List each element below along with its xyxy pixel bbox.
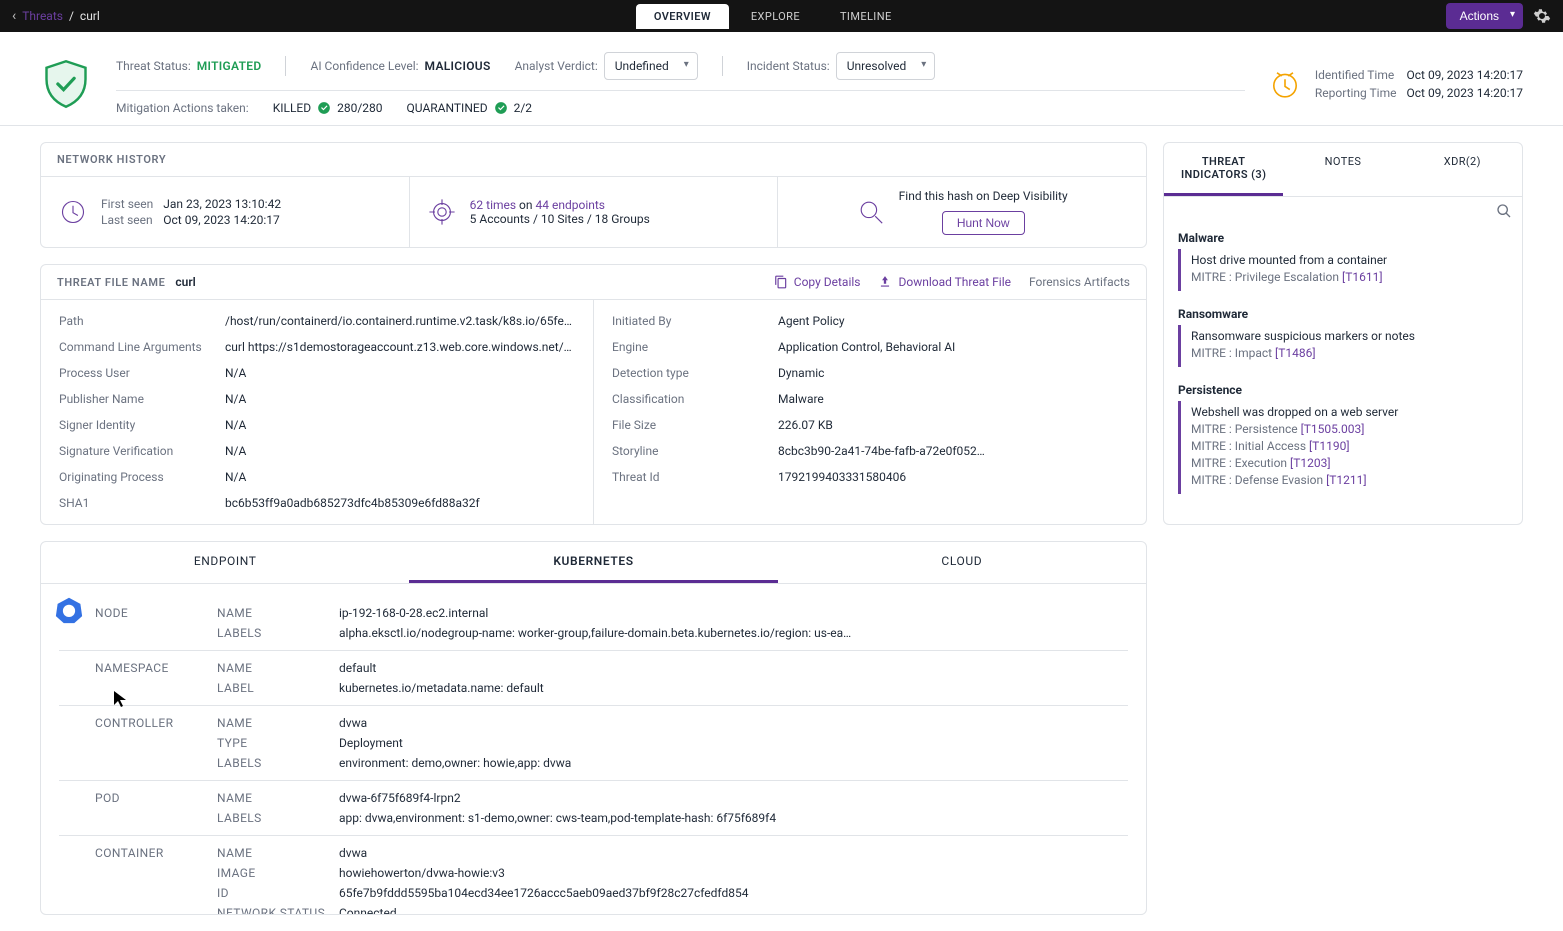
tf-right-grid: Initiated ByAgent Policy EngineApplicati… — [612, 314, 1128, 484]
indicator-malware: Malware Host drive mounted from a contai… — [1178, 231, 1508, 291]
tab-overview[interactable]: OVERVIEW — [636, 4, 729, 29]
check-icon — [317, 101, 331, 115]
tab-threat-indicators[interactable]: THREAT INDICATORS (3) — [1164, 143, 1283, 196]
time-grid: Identified Time Oct 09, 2023 14:20:17 Re… — [1315, 68, 1523, 100]
download-threat-file-button[interactable]: Download Threat File — [878, 275, 1011, 289]
cursor-icon — [113, 690, 127, 708]
breadcrumb: ‹ Threats / curl — [12, 8, 100, 24]
hunt-now-button[interactable]: Hunt Now — [942, 211, 1025, 235]
nh-seen-text: 62 times on 44 endpoints — [470, 198, 650, 212]
network-history-card: NETWORK HISTORY First seen Jan 23, 2023 … — [40, 142, 1147, 248]
copy-details-button[interactable]: Copy Details — [774, 275, 861, 289]
tab-endpoint[interactable]: ENDPOINT — [41, 542, 409, 583]
breadcrumb-current: curl — [80, 9, 100, 23]
indicators-card: THREAT INDICATORS (3) NOTES XDR(2) Malwa… — [1163, 142, 1523, 525]
threat-status: Threat Status: MITIGATED — [116, 59, 261, 73]
summary-left: Threat Status: MITIGATED AI Confidence L… — [116, 52, 1245, 115]
k8s-controller: CONTROLLER NAME dvwa TYPE Deployment LAB… — [59, 706, 1128, 781]
analyst-verdict: Analyst Verdict: Undefined — [515, 52, 698, 80]
mitre-link[interactable]: [T1505.003] — [1301, 422, 1365, 436]
times-link[interactable]: 62 times — [470, 198, 516, 212]
k8s-node: NODE NAME ip-192-168-0-28.ec2.internal L… — [59, 596, 1128, 651]
nh-scope: 62 times on 44 endpoints 5 Accounts / 10… — [410, 177, 779, 247]
kubernetes-panel[interactable]: NODE NAME ip-192-168-0-28.ec2.internal L… — [41, 584, 1146, 914]
tab-timeline[interactable]: TIMELINE — [822, 4, 910, 29]
nh-scope-text: 5 Accounts / 10 Sites / 18 Groups — [470, 212, 650, 226]
analyst-verdict-select[interactable]: Undefined — [604, 52, 698, 80]
tab-notes[interactable]: NOTES — [1283, 143, 1402, 196]
tab-kubernetes[interactable]: KUBERNETES — [409, 542, 777, 583]
mitre-link[interactable]: [T1211] — [1326, 473, 1367, 487]
k8s-namespace: NAMESPACE NAME default LABEL kubernetes.… — [59, 651, 1128, 706]
tf-name: curl — [175, 275, 195, 289]
k8s-container: CONTAINER NAME dvwa IMAGE howiehowerton/… — [59, 836, 1128, 914]
context-card: ENDPOINT KUBERNETES CLOUD NODE NAME ip-1… — [40, 541, 1147, 915]
summary-row2: Mitigation Actions taken: KILLED 280/280… — [116, 90, 1245, 115]
top-tabs: OVERVIEW EXPLORE TIMELINE — [636, 4, 910, 29]
summary-row1: Threat Status: MITIGATED AI Confidence L… — [116, 52, 1245, 80]
mitigation-killed: KILLED 280/280 — [273, 101, 383, 115]
gear-icon[interactable] — [1533, 7, 1551, 25]
summary-right: Identified Time Oct 09, 2023 14:20:17 Re… — [1269, 68, 1523, 100]
left-column: NETWORK HISTORY First seen Jan 23, 2023 … — [40, 142, 1147, 915]
k8s-pod: POD NAME dvwa-6f75f689f4-lrpn2 LABELS ap… — [59, 781, 1128, 836]
context-tabs: ENDPOINT KUBERNETES CLOUD — [41, 542, 1146, 584]
topbar-right: Actions — [1446, 3, 1551, 29]
mitigation-quarantined: QUARANTINED 2/2 — [407, 101, 532, 115]
clock-icon — [1269, 68, 1301, 100]
indicator-ransomware: Ransomware Ransomware suspicious markers… — [1178, 307, 1508, 367]
mitigation-label: Mitigation Actions taken: — [116, 101, 249, 115]
breadcrumb-root[interactable]: Threats — [22, 9, 63, 23]
mitre-link[interactable]: [T1611] — [1342, 270, 1383, 284]
nh-hunt: Find this hash on Deep Visibility Hunt N… — [778, 177, 1146, 247]
tf-title: THREAT FILE NAME — [57, 276, 165, 289]
threat-file-header: THREAT FILE NAME curl Copy Details Downl… — [41, 265, 1146, 300]
topbar: ‹ Threats / curl OVERVIEW EXPLORE TIMELI… — [0, 0, 1563, 32]
main: NETWORK HISTORY First seen Jan 23, 2023 … — [0, 126, 1563, 931]
nh-seen: First seen Jan 23, 2023 13:10:42 Last se… — [41, 177, 410, 247]
clock-icon — [59, 198, 87, 226]
check-icon — [494, 101, 508, 115]
threat-file-card: THREAT FILE NAME curl Copy Details Downl… — [40, 264, 1147, 525]
summary-bar: Threat Status: MITIGATED AI Confidence L… — [0, 32, 1563, 126]
tf-left-grid: Path/host/run/containerd/io.containerd.r… — [59, 314, 575, 510]
tab-xdr[interactable]: XDR(2) — [1403, 143, 1522, 196]
network-history-body: First seen Jan 23, 2023 13:10:42 Last se… — [41, 176, 1146, 247]
forensics-artifacts-link[interactable]: Forensics Artifacts — [1029, 275, 1130, 289]
actions-button[interactable]: Actions — [1446, 3, 1523, 29]
right-column: THREAT INDICATORS (3) NOTES XDR(2) Malwa… — [1163, 142, 1523, 915]
indicators-search-row — [1164, 197, 1522, 225]
right-tabs: THREAT INDICATORS (3) NOTES XDR(2) — [1164, 143, 1522, 197]
copy-icon — [774, 275, 788, 289]
kubernetes-icon — [55, 596, 83, 624]
endpoints-link[interactable]: 44 endpoints — [536, 198, 605, 212]
indicators-list: Malware Host drive mounted from a contai… — [1164, 225, 1522, 524]
breadcrumb-sep: / — [69, 9, 74, 23]
tab-explore[interactable]: EXPLORE — [733, 4, 818, 29]
search-icon — [857, 198, 885, 226]
target-icon — [428, 198, 456, 226]
shield-icon — [40, 58, 92, 110]
threat-file-body: Path/host/run/containerd/io.containerd.r… — [41, 300, 1146, 524]
separator — [285, 56, 286, 76]
network-history-title: NETWORK HISTORY — [41, 143, 1146, 176]
incident-status: Incident Status: Unresolved — [747, 52, 936, 80]
mitre-link[interactable]: [T1486] — [1275, 346, 1316, 360]
mitre-link[interactable]: [T1190] — [1309, 439, 1350, 453]
search-icon[interactable] — [1496, 203, 1512, 219]
tab-cloud[interactable]: CLOUD — [778, 542, 1146, 583]
incident-status-select[interactable]: Unresolved — [836, 52, 936, 80]
hunt-text: Find this hash on Deep Visibility — [899, 189, 1068, 203]
download-icon — [878, 275, 892, 289]
separator — [722, 56, 723, 76]
back-icon[interactable]: ‹ — [12, 8, 16, 24]
mitre-link[interactable]: [T1203] — [1290, 456, 1331, 470]
ai-confidence: AI Confidence Level: MALICIOUS — [310, 59, 490, 73]
indicator-persistence: Persistence Webshell was dropped on a we… — [1178, 383, 1508, 494]
